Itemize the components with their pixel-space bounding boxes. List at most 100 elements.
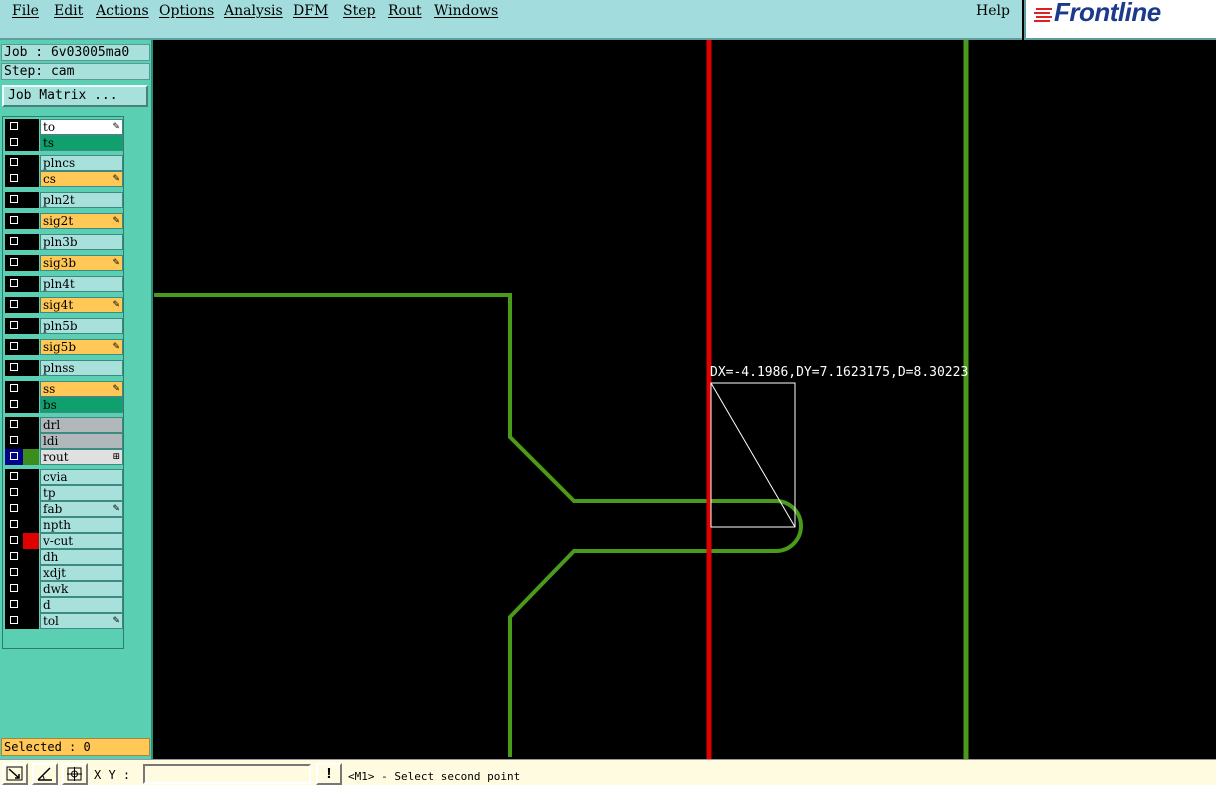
- layer-name[interactable]: ts: [40, 135, 123, 151]
- layer-name[interactable]: drl: [40, 417, 123, 433]
- layer-color-swatch[interactable]: [23, 339, 39, 355]
- layer-row[interactable]: tp: [5, 485, 123, 501]
- layer-name[interactable]: plncs: [40, 155, 123, 171]
- layer-checkbox[interactable]: [5, 565, 23, 581]
- layer-color-swatch[interactable]: [23, 533, 39, 549]
- layer-color-swatch[interactable]: [23, 485, 39, 501]
- menu-edit[interactable]: Edit: [54, 3, 83, 19]
- layer-checkbox[interactable]: [5, 276, 23, 292]
- layer-name[interactable]: to ✎: [40, 119, 123, 135]
- layer-row[interactable]: to ✎: [5, 119, 123, 135]
- layer-checkbox[interactable]: [5, 381, 23, 397]
- layer-checkbox[interactable]: [5, 417, 23, 433]
- layer-color-swatch[interactable]: [23, 135, 39, 151]
- menu-analysis[interactable]: Analysis: [224, 3, 283, 19]
- menu-options[interactable]: Options: [159, 3, 214, 19]
- layer-color-swatch[interactable]: [23, 192, 39, 208]
- layer-color-swatch[interactable]: [23, 276, 39, 292]
- graphics-canvas[interactable]: DX=-4.1986,DY=7.1623175,D=8.30223: [154, 40, 1216, 759]
- xy-coordinate-input[interactable]: [143, 764, 311, 784]
- layer-checkbox[interactable]: [5, 360, 23, 376]
- layer-row[interactable]: fab ✎: [5, 501, 123, 517]
- layer-name[interactable]: v-cut: [40, 533, 123, 549]
- measure-tool-button[interactable]: [32, 763, 58, 785]
- layer-row[interactable]: pln3b: [5, 234, 123, 250]
- layer-color-swatch[interactable]: [23, 360, 39, 376]
- layer-name[interactable]: fab ✎: [40, 501, 123, 517]
- execute-button[interactable]: !: [316, 763, 342, 785]
- menu-help[interactable]: Help: [976, 3, 1010, 19]
- layer-checkbox[interactable]: [5, 581, 23, 597]
- layer-row[interactable]: xdjt: [5, 565, 123, 581]
- layer-row[interactable]: ss ✎: [5, 381, 123, 397]
- layer-checkbox[interactable]: [5, 501, 23, 517]
- layer-name[interactable]: rout ⊞: [40, 449, 123, 465]
- layer-checkbox[interactable]: [5, 549, 23, 565]
- layer-checkbox[interactable]: [5, 397, 23, 413]
- layer-color-swatch[interactable]: [23, 171, 39, 187]
- layer-row[interactable]: d: [5, 597, 123, 613]
- layer-checkbox[interactable]: [5, 449, 23, 465]
- layer-color-swatch[interactable]: [23, 417, 39, 433]
- layer-name[interactable]: bs: [40, 397, 123, 413]
- layer-color-swatch[interactable]: [23, 597, 39, 613]
- layer-checkbox[interactable]: [5, 171, 23, 187]
- layer-checkbox[interactable]: [5, 213, 23, 229]
- layer-name[interactable]: sig5b ✎: [40, 339, 123, 355]
- layer-checkbox[interactable]: [5, 433, 23, 449]
- layer-name[interactable]: ldi: [40, 433, 123, 449]
- layer-row[interactable]: plncs: [5, 155, 123, 171]
- layer-name[interactable]: sig4t ✎: [40, 297, 123, 313]
- layer-row[interactable]: sig5b ✎: [5, 339, 123, 355]
- zoom-window-button[interactable]: [2, 763, 28, 785]
- layer-color-swatch[interactable]: [23, 119, 39, 135]
- layer-row[interactable]: ldi: [5, 433, 123, 449]
- layer-checkbox[interactable]: [5, 234, 23, 250]
- job-matrix-button[interactable]: Job Matrix ...: [2, 85, 148, 107]
- layer-checkbox[interactable]: [5, 135, 23, 151]
- layer-row[interactable]: dh: [5, 549, 123, 565]
- menu-rout[interactable]: Rout: [388, 3, 422, 19]
- layer-name[interactable]: tp: [40, 485, 123, 501]
- layer-row[interactable]: v-cut: [5, 533, 123, 549]
- layer-color-swatch[interactable]: [23, 397, 39, 413]
- layer-color-swatch[interactable]: [23, 318, 39, 334]
- layer-name[interactable]: dwk: [40, 581, 123, 597]
- layer-row[interactable]: cvia: [5, 469, 123, 485]
- layer-name[interactable]: pln4t: [40, 276, 123, 292]
- layer-checkbox[interactable]: [5, 533, 23, 549]
- layer-checkbox[interactable]: [5, 297, 23, 313]
- layer-color-swatch[interactable]: [23, 549, 39, 565]
- layer-color-swatch[interactable]: [23, 517, 39, 533]
- layer-checkbox[interactable]: [5, 517, 23, 533]
- layer-checkbox[interactable]: [5, 318, 23, 334]
- layer-row[interactable]: pln5b: [5, 318, 123, 334]
- layer-checkbox[interactable]: [5, 339, 23, 355]
- layer-name[interactable]: pln3b: [40, 234, 123, 250]
- menu-step[interactable]: Step: [343, 3, 375, 19]
- layer-color-swatch[interactable]: [23, 581, 39, 597]
- menu-windows[interactable]: Windows: [434, 3, 498, 19]
- layer-name[interactable]: cs ✎: [40, 171, 123, 187]
- layer-checkbox[interactable]: [5, 613, 23, 629]
- layer-color-swatch[interactable]: [23, 433, 39, 449]
- layer-name[interactable]: sig3b ✎: [40, 255, 123, 271]
- layer-name[interactable]: tol ✎: [40, 613, 123, 629]
- layer-name[interactable]: npth: [40, 517, 123, 533]
- layer-row[interactable]: pln4t: [5, 276, 123, 292]
- layer-color-swatch[interactable]: [23, 613, 39, 629]
- layer-color-swatch[interactable]: [23, 501, 39, 517]
- layer-color-swatch[interactable]: [23, 213, 39, 229]
- layer-row[interactable]: sig2t ✎: [5, 213, 123, 229]
- layer-row[interactable]: drl: [5, 417, 123, 433]
- layer-name[interactable]: pln5b: [40, 318, 123, 334]
- layer-checkbox[interactable]: [5, 597, 23, 613]
- layer-color-swatch[interactable]: [23, 297, 39, 313]
- layer-color-swatch[interactable]: [23, 565, 39, 581]
- layer-name[interactable]: cvia: [40, 469, 123, 485]
- layer-color-swatch[interactable]: [23, 255, 39, 271]
- layer-row[interactable]: dwk: [5, 581, 123, 597]
- layer-row[interactable]: sig4t ✎: [5, 297, 123, 313]
- layer-row[interactable]: tol ✎: [5, 613, 123, 629]
- layer-name[interactable]: plnss: [40, 360, 123, 376]
